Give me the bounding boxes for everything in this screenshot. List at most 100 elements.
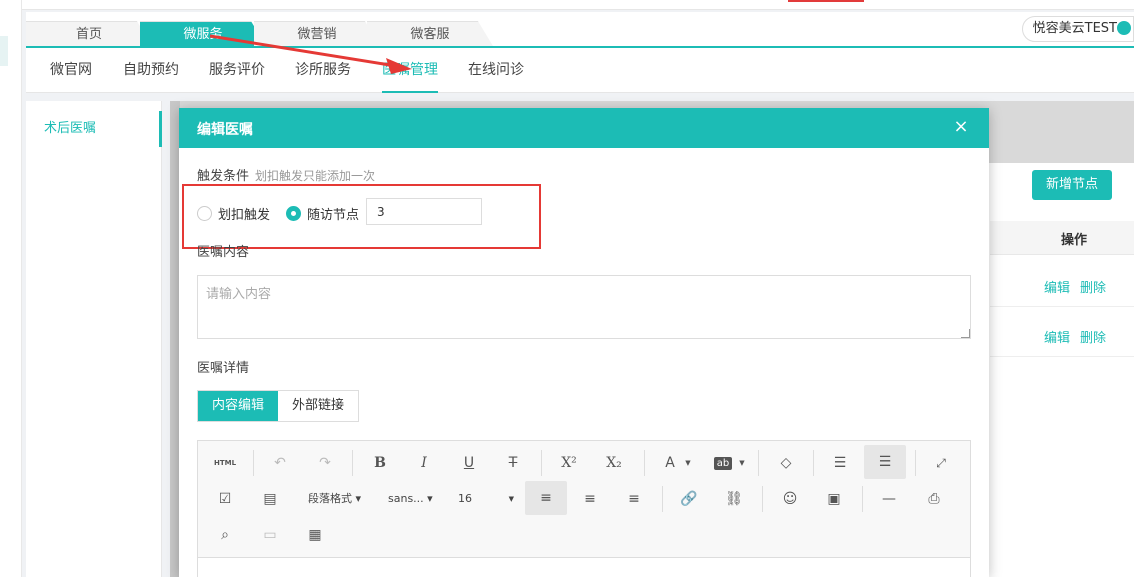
resize-handle-icon[interactable] (961, 329, 970, 338)
superscript-icon[interactable]: X² (554, 449, 584, 477)
trigger-label-text: 触发条件 (197, 169, 250, 184)
strikethrough-icon[interactable]: T (498, 449, 528, 477)
checklist-icon[interactable]: ☑ (210, 485, 240, 513)
subnav-order-management[interactable]: 医嘱管理 (382, 48, 438, 93)
toolbar-divider (915, 450, 916, 476)
background-color-icon[interactable]: ab (708, 449, 738, 477)
tab-home[interactable]: 首页 (26, 21, 152, 46)
radio-circle-selected[interactable] (286, 205, 301, 221)
font-family-value: sans... (388, 492, 424, 505)
tab-micro-service[interactable]: 微服务 (140, 21, 266, 46)
italic-icon[interactable]: I (409, 449, 439, 477)
chevron-down-icon[interactable]: ▼ (736, 449, 748, 477)
grid-icon[interactable]: ▦ (300, 521, 330, 549)
radio-circle[interactable] (197, 205, 212, 221)
gear-icon[interactable] (1117, 21, 1131, 35)
unordered-list-icon[interactable]: ☰ (864, 445, 906, 479)
html-source-button[interactable]: HTML (210, 449, 240, 477)
underline-icon[interactable]: U (454, 449, 484, 477)
left-edge-active-bar (0, 36, 8, 66)
column-action: 操作 (1061, 233, 1088, 248)
image-icon[interactable]: ▣ (819, 485, 849, 513)
unlink-icon[interactable]: ⛓ (719, 485, 749, 513)
radio-deduct-trigger[interactable]: 划扣触发 (197, 203, 270, 223)
dialog-title: 编辑医嘱 (197, 122, 253, 138)
row-delete-link[interactable]: 删除 (1080, 327, 1106, 346)
followup-node-input[interactable] (366, 198, 482, 225)
font-size-value: 16 (458, 492, 472, 505)
document-icon[interactable]: ▤ (255, 485, 285, 513)
subnav-micro-site[interactable]: 微官网 (50, 48, 92, 93)
ordered-list-icon[interactable]: ☰ (825, 449, 855, 477)
toolbar-divider (862, 486, 863, 512)
subscript-icon[interactable]: X₂ (599, 449, 629, 477)
top-tab-bar: 首页 微服务 微营销 微客服 悦容美云TEST (26, 12, 1134, 46)
row-delete-link[interactable]: 删除 (1080, 277, 1106, 296)
order-detail-label: 医嘱详情 (197, 361, 250, 376)
editor-content-area[interactable] (198, 557, 970, 577)
radio-followup-label: 随访节点 (307, 207, 360, 223)
fullscreen-icon[interactable]: ⤢ (926, 449, 956, 477)
align-left-icon[interactable]: ≡ (525, 481, 567, 515)
row-edit-link[interactable]: 编辑 (1044, 277, 1070, 296)
redo-icon[interactable]: ↷ (310, 449, 340, 477)
subnav-service-review[interactable]: 服务评价 (209, 48, 265, 93)
toolbar-divider (352, 450, 353, 476)
subnav-online-consult[interactable]: 在线问诊 (468, 48, 524, 93)
font-family-select[interactable]: sans... ▾ (388, 485, 433, 513)
rich-text-editor: HTML ↶ ↷ B I U T X² X₂ A ▼ ab ▼ ◇ ☰ ☰ ⤢ … (197, 440, 971, 577)
add-node-button[interactable]: 新增节点 (1032, 170, 1112, 200)
emoji-icon[interactable]: ☺ (775, 485, 805, 513)
table-row: 编辑 删除 (990, 263, 1134, 307)
order-content-textarea[interactable] (197, 275, 971, 339)
tab-micro-customer-service[interactable]: 微客服 (367, 21, 493, 46)
table-header: 操作 (990, 221, 1134, 255)
font-size-select[interactable]: 16 ▼ (458, 485, 514, 513)
eraser-icon[interactable]: ◇ (771, 449, 801, 477)
clear-format-icon[interactable]: ▭ (255, 521, 285, 549)
paragraph-format-value: 段落格式 (308, 492, 352, 505)
user-menu[interactable]: 悦容美云TEST (1021, 16, 1134, 42)
top-strip (0, 0, 1134, 10)
user-name: 悦容美云TEST (1032, 21, 1117, 36)
toolbar-divider (813, 450, 814, 476)
toolbar-divider (758, 450, 759, 476)
bold-icon[interactable]: B (365, 449, 395, 477)
detail-mode-toggle: 内容编辑 外部链接 (197, 390, 360, 422)
sidebar: 术后医嘱 (26, 101, 162, 577)
paragraph-format-select[interactable]: 段落格式 ▾ (308, 485, 361, 513)
subnav-self-booking[interactable]: 自助预约 (123, 48, 179, 93)
table-row: 编辑 删除 (990, 313, 1134, 357)
link-icon[interactable]: 🔗 (674, 485, 704, 513)
toolbar-divider (253, 450, 254, 476)
print-icon[interactable]: ⎙ (919, 485, 949, 513)
app-root: 首页 微服务 微营销 微客服 悦容美云TEST 微官网 自助预约 服务评价 诊所… (0, 0, 1134, 577)
subnav-clinic-service[interactable]: 诊所服务 (295, 48, 351, 93)
tab-external-link[interactable]: 外部链接 (278, 391, 359, 421)
toolbar-divider (644, 450, 645, 476)
toolbar-divider (762, 486, 763, 512)
tab-micro-marketing[interactable]: 微营销 (254, 21, 380, 46)
preview-icon[interactable]: ⌕ (210, 521, 240, 549)
align-center-icon[interactable]: ≡ (575, 485, 605, 513)
left-edge-rail (0, 0, 22, 577)
close-icon[interactable]: × (951, 117, 971, 137)
horizontal-rule-icon[interactable]: — (874, 485, 904, 513)
tab-content-edit[interactable]: 内容编辑 (198, 391, 279, 421)
font-color-icon[interactable]: A (655, 449, 685, 477)
row-edit-link[interactable]: 编辑 (1044, 327, 1070, 346)
trigger-condition-label: 触发条件 划扣触发只能添加一次 (197, 165, 375, 184)
undo-icon[interactable]: ↶ (265, 449, 295, 477)
align-right-icon[interactable]: ≡ (619, 485, 649, 513)
toolbar-divider (662, 486, 663, 512)
radio-followup-node[interactable]: 随访节点 (286, 203, 359, 223)
top-red-marker (788, 0, 864, 2)
sidebar-item-post-op-orders[interactable]: 术后医嘱 (26, 111, 162, 147)
order-content-label: 医嘱内容 (197, 245, 250, 260)
toolbar-divider (541, 450, 542, 476)
edit-order-dialog: 编辑医嘱 × 触发条件划扣触发只能添加一次 划扣触发 随访节点 医嘱内容 医嘱详… (179, 108, 989, 577)
radio-deduct-label: 划扣触发 (218, 207, 271, 223)
trigger-hint: 划扣触发只能添加一次 (255, 169, 376, 183)
sub-navigation: 微官网 自助预约 服务评价 诊所服务 医嘱管理 在线问诊 (26, 46, 1134, 93)
chevron-down-icon[interactable]: ▼ (682, 449, 694, 477)
